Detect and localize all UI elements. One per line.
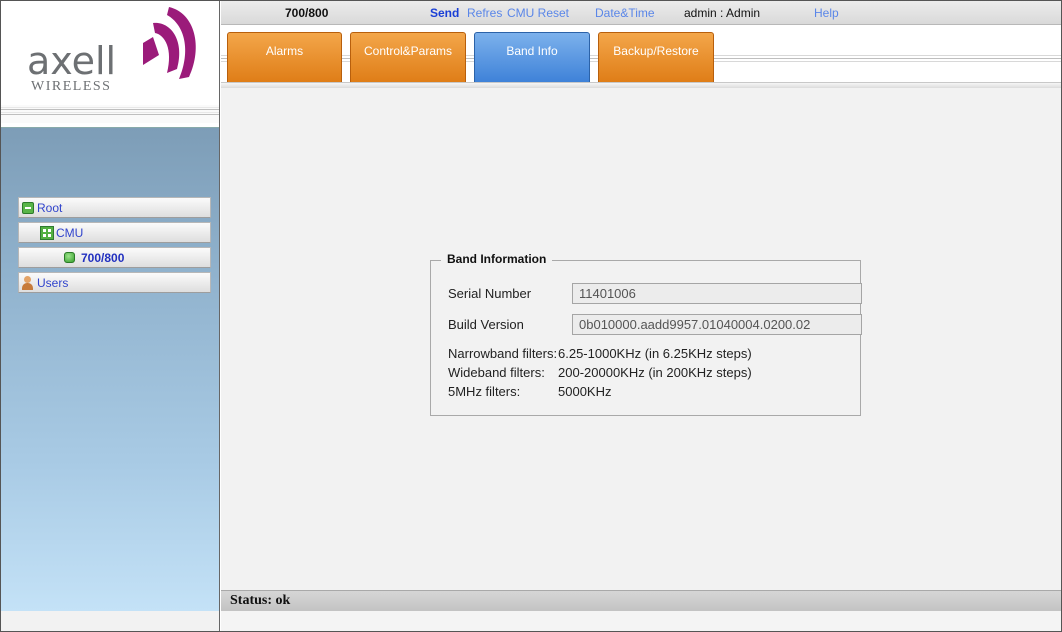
tree-item-700-800[interactable]: 700/800 [18,247,211,268]
narrowband-filters-row: Narrowband filters: 6.25-1000KHz (in 6.2… [448,346,752,361]
collapse-icon[interactable] [22,201,34,214]
left-separator [1,105,219,123]
cmu-module-icon [40,225,54,240]
serial-number-label: Serial Number [448,286,532,301]
top-toolbar: 700/800 Send Refres CMU Reset Date&Time … [221,1,1061,25]
tree-panel: Root CMU 700/800 Users [1,127,219,612]
5mhz-filters-value: 5000KHz [558,384,612,399]
tab-label: Band Info [506,44,558,58]
wideband-filters-value: 200-20000KHz (in 200KHz steps) [558,365,752,380]
help-link[interactable]: Help [814,6,839,20]
refresh-link[interactable]: Refres [467,6,502,20]
narrowband-filters-label: Narrowband filters: [448,346,558,361]
tree-item-cmu[interactable]: CMU [18,222,211,243]
build-version-field[interactable] [572,314,862,335]
wideband-filters-label: Wideband filters: [448,365,545,380]
tab-label: Control&Params [363,44,453,58]
status-bar: Status: ok [221,590,1061,611]
device-name: 700/800 [285,6,329,20]
tab-band-info[interactable]: Band Info [474,32,590,86]
left-panel: axell WIRELESS Root CMU 700/800 Users [1,1,220,631]
status-ok-icon [64,252,75,263]
logo-subtitle: WIRELESS [31,79,112,94]
serial-number-field[interactable] [572,283,862,304]
tree-item-label: CMU [56,225,84,240]
status-text: Status: ok [230,593,291,608]
logged-in-user: admin : Admin [684,6,761,20]
tab-label: Alarms [265,44,304,58]
tree-item-root[interactable]: Root [18,197,211,218]
5mhz-filters-row: 5MHz filters: 5000KHz [448,384,611,399]
tab-alarms[interactable]: Alarms [227,32,342,86]
group-title: Band Information [441,252,553,266]
narrowband-filters-value: 6.25-1000KHz (in 6.25KHz steps) [558,346,752,361]
left-footer [1,611,219,631]
tree-item-users[interactable]: Users [18,272,211,293]
tab-label: Backup/Restore [613,44,699,58]
tab-backup-restore[interactable]: Backup/Restore [598,32,714,86]
cmu-reset-link[interactable]: CMU Reset [507,6,569,20]
bottom-strip [221,611,1061,631]
build-version-label: Build Version [448,317,524,332]
wideband-filters-row: Wideband filters: 200-20000KHz (in 200KH… [448,365,752,380]
date-time-link[interactable]: Date&Time [595,6,655,20]
users-icon [21,275,35,290]
tab-bar: Alarms Control&Params Band Info Backup/R… [221,25,1061,88]
logo-wordmark: axell [27,39,117,83]
main-content: Band Information Serial Number Build Ver… [221,88,1061,590]
serial-number-row: Serial Number [448,283,862,305]
tree-item-label: Root [37,200,63,215]
build-version-row: Build Version [448,314,862,336]
send-link[interactable]: Send [430,6,459,20]
5mhz-filters-label: 5MHz filters: [448,384,521,399]
tree-item-label: 700/800 [81,250,125,265]
axell-logo: axell WIRELESS [1,1,219,105]
logo-waves-icon [143,7,196,79]
band-information-group: Band Information Serial Number Build Ver… [430,252,862,416]
tab-control-params[interactable]: Control&Params [350,32,466,86]
tree-item-label: Users [37,275,69,290]
